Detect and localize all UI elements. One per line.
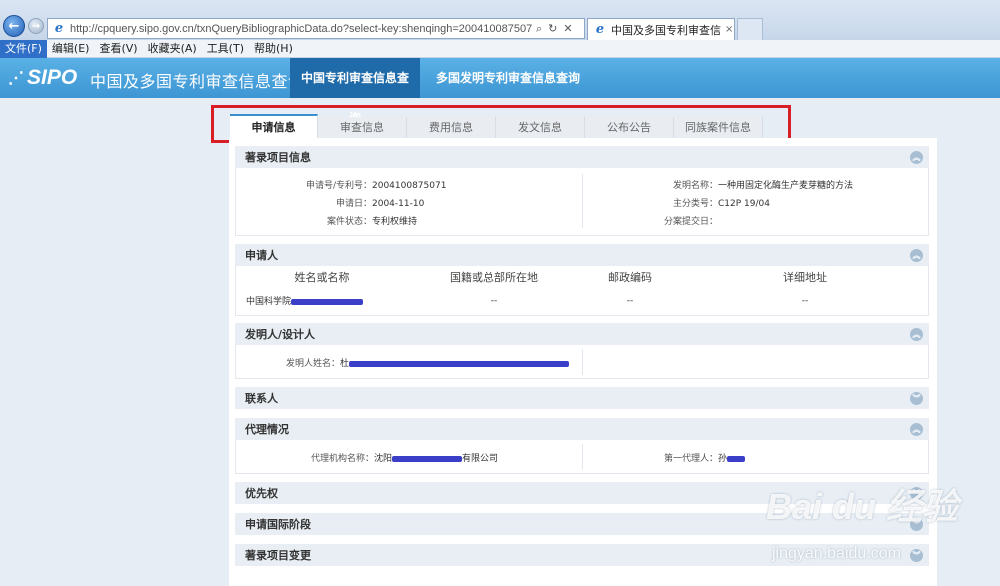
- collapse-icon[interactable]: ︽: [910, 422, 923, 436]
- ie-page-icon: e: [54, 20, 64, 36]
- expand-icon[interactable]: ︾: [910, 391, 923, 405]
- back-arrow-icon[interactable]: ←: [3, 15, 25, 37]
- section-applicant-header[interactable]: 申请人 ︽: [235, 244, 929, 266]
- browser-toolbar: ← → e http://cpquery.sipo.gov.cn/txnQuer…: [0, 0, 1000, 40]
- main-classification: C12P 19/04: [718, 199, 770, 209]
- applicant-address: --: [801, 296, 809, 306]
- column-header: 详细地址: [783, 271, 827, 284]
- collapse-icon[interactable]: ︽: [910, 248, 923, 262]
- field-label: 分案提交日：: [663, 217, 718, 227]
- close-icon[interactable]: ✕: [563, 22, 572, 36]
- section-title: 著录项目信息: [245, 151, 311, 164]
- field-label: 发明名称：: [672, 181, 718, 191]
- field-label: 主分类号：: [672, 199, 718, 209]
- menu-favorites[interactable]: 收藏夹(A): [143, 40, 202, 58]
- inventor-names: 杜: [340, 359, 350, 369]
- section-title: 代理情况: [245, 423, 289, 436]
- field-label: 发明人姓名：: [285, 359, 340, 369]
- browser-tab[interactable]: e 中国及多国专利审查信息查... ×: [587, 18, 735, 40]
- logo-text: SIPO: [27, 66, 78, 89]
- expand-icon[interactable]: ︾: [910, 548, 923, 562]
- collapse-icon[interactable]: ︽: [910, 150, 923, 164]
- section-biblio-header[interactable]: 著录项目信息 ︽: [235, 146, 929, 168]
- site-header: ⋰ SIPO 中国及多国专利审查信息查询 中国专利审查信息查询 多国发明专利审查…: [0, 58, 1000, 125]
- menu-tools[interactable]: 工具(T): [202, 40, 249, 58]
- tab-title: 中国及多国专利审查信息查...: [611, 23, 721, 37]
- new-tab-button[interactable]: [737, 18, 763, 40]
- menu-bar: 文件(F) 编辑(E) 查看(V) 收藏夹(A) 工具(T) 帮助(H): [0, 39, 1000, 58]
- section-title: 申请人: [245, 249, 278, 262]
- refresh-icon[interactable]: ↻: [548, 22, 557, 36]
- section-agent-header[interactable]: 代理情况 ︽: [235, 418, 929, 440]
- section-contact-header[interactable]: 联系人 ︾: [235, 387, 929, 409]
- forward-arrow-icon[interactable]: →: [28, 18, 44, 34]
- baidu-watermark: Bai du 经验: [766, 486, 959, 527]
- application-date: 2004-11-10: [372, 199, 425, 209]
- applicant-postcode: --: [626, 296, 634, 306]
- redaction-mark: [349, 360, 570, 367]
- menu-view[interactable]: 查看(V): [94, 40, 142, 58]
- menu-file[interactable]: 文件(F): [0, 39, 47, 58]
- redaction-mark: [392, 455, 463, 462]
- field-label: 申请号/专利号：: [305, 181, 372, 191]
- redaction-mark: [291, 298, 364, 305]
- agency-name-suffix: 有限公司: [462, 454, 499, 464]
- sipo-logo-icon: ⋰: [8, 70, 24, 87]
- field-label: 第一代理人：: [663, 454, 718, 464]
- baidu-watermark-url: jingyan.baidu.com: [772, 545, 901, 562]
- section-biblio-body: 申请号/专利号：2004100875071 申请日：2004-11-10 案件状…: [235, 168, 929, 236]
- field-label: 代理机构名称：: [310, 454, 374, 464]
- tab-close-icon[interactable]: ×: [725, 24, 733, 35]
- section-agent-body: 代理机构名称：沈阳 有限公司 第一代理人：孙: [235, 440, 929, 474]
- divider: [582, 174, 583, 228]
- collapse-icon[interactable]: ︽: [910, 327, 923, 341]
- field-label: 申请日：: [335, 199, 372, 209]
- address-bar[interactable]: e http://cpquery.sipo.gov.cn/txnQueryBib…: [47, 18, 585, 39]
- case-status: 专利权维持: [372, 217, 418, 227]
- section-title: 发明人/设计人: [245, 328, 316, 341]
- site-title: 中国及多国专利审查信息查询: [90, 72, 305, 91]
- ie-tab-icon: e: [595, 21, 605, 37]
- redaction-mark: [727, 455, 746, 462]
- divider: [582, 349, 583, 375]
- column-header: 国籍或总部所在地: [450, 271, 538, 284]
- search-icon[interactable]: ⌕: [536, 22, 542, 36]
- application-number: 2004100875071: [372, 181, 447, 191]
- first-agent: 孙: [718, 454, 728, 464]
- field-label: 案件状态：: [326, 217, 372, 227]
- sipo-logo[interactable]: ⋰ SIPO: [8, 66, 77, 90]
- column-header: 邮政编码: [608, 271, 652, 284]
- nav-multi-country[interactable]: 多国发明专利审查信息查询: [426, 58, 590, 98]
- invention-name: 一种用固定化酶生产麦芽糖的方法: [718, 181, 854, 191]
- section-title: 联系人: [245, 392, 278, 405]
- section-inventor-body: 发明人姓名：杜: [235, 345, 929, 379]
- url-text[interactable]: http://cpquery.sipo.gov.cn/txnQueryBibli…: [70, 23, 532, 35]
- applicant-country: --: [490, 296, 498, 306]
- agency-name: 沈阳: [374, 454, 393, 464]
- section-applicant-body: 姓名或名称 国籍或总部所在地 邮政编码 详细地址 中国科学院 -- -- --: [235, 266, 929, 316]
- divider: [582, 444, 583, 470]
- section-inventor-header[interactable]: 发明人/设计人 ︽: [235, 323, 929, 345]
- menu-help[interactable]: 帮助(H): [249, 40, 298, 58]
- applicant-name: 中国科学院: [246, 294, 364, 307]
- nav-china-patent[interactable]: 中国专利审查信息查询: [290, 58, 420, 125]
- column-header: 姓名或名称: [294, 271, 350, 284]
- menu-edit[interactable]: 编辑(E): [47, 40, 95, 58]
